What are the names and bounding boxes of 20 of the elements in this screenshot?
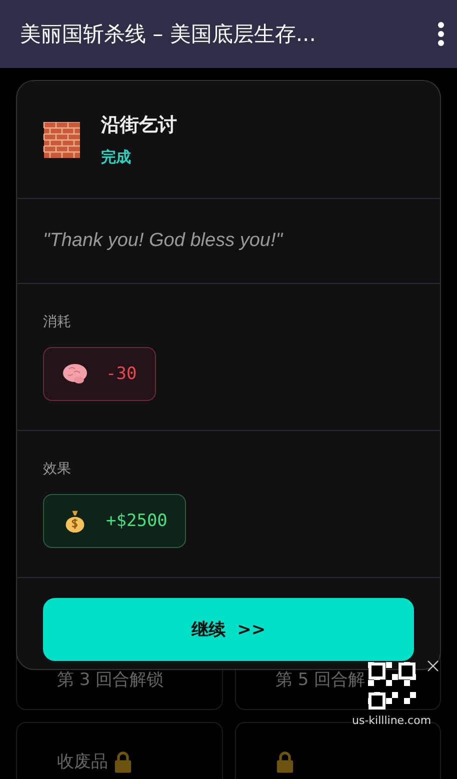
card-label: 收废品 — [57, 751, 108, 773]
card-label: 第 5 回合解 — [276, 669, 366, 691]
brick-wall-icon — [43, 122, 81, 158]
brain-icon — [62, 362, 88, 386]
card-label: 第 3 回合解锁 — [57, 669, 164, 691]
dialog-title: 沿街乞讨 — [101, 113, 177, 138]
lock-icon — [114, 751, 132, 773]
app-title: 美丽国斩杀线 – 美国底层生存... — [20, 21, 316, 48]
quote-text: "Thank you! God bless you!" — [43, 230, 283, 252]
section-label: 消耗 — [43, 313, 72, 331]
section-label: 效果 — [43, 460, 72, 478]
qr-code-icon — [368, 662, 416, 710]
continue-button[interactable]: 继续 >> — [43, 598, 414, 661]
close-icon[interactable] — [427, 660, 440, 672]
site-url: us-killline.com — [352, 714, 432, 727]
lock-icon — [276, 751, 294, 773]
stat-chip: -30 — [43, 347, 156, 401]
stat-chip: +$2500 — [43, 494, 186, 548]
more-menu-icon[interactable] — [437, 22, 445, 46]
status-label: 完成 — [101, 148, 132, 167]
